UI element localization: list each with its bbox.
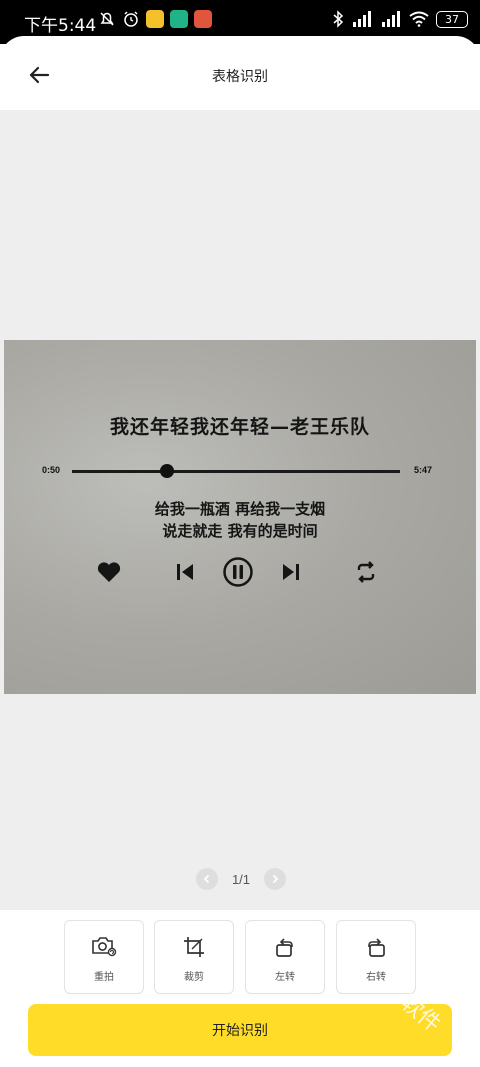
status-time: 下午5:44 (24, 16, 97, 36)
notification-icons (98, 10, 212, 28)
shield-app-icon (170, 10, 188, 28)
next-track-icon (283, 564, 299, 580)
start-recognition-button[interactable]: 开始识别 (28, 1004, 452, 1056)
previous-track-icon (177, 564, 193, 580)
rotate-left-icon (276, 938, 293, 957)
rotate-right-label: 右转 (366, 972, 386, 983)
photo-time-elapsed: 0:50 (42, 465, 61, 475)
rotate-left-button[interactable]: 左转 (245, 920, 325, 994)
wifi-icon (409, 11, 429, 27)
page-title: 表格识别 (212, 69, 268, 85)
photo-time-total: 5:47 (414, 465, 433, 475)
chevron-right-icon (272, 874, 279, 884)
photo-progress-knob (160, 464, 175, 478)
page-indicator: 1/1 (231, 871, 251, 887)
photo-lyric-line-1: 给我一瓶酒 再给我一支烟 (154, 500, 326, 518)
repeat-icon (357, 561, 375, 583)
document-photo[interactable]: 我还年轻我还年轻—老王乐队 0:50 5:47 给我一瓶酒 再给我一支烟 说走就… (4, 340, 476, 694)
alarm-icon (124, 11, 138, 27)
system-status-icons: 37 (332, 10, 468, 28)
muted-bell-icon (100, 12, 114, 26)
photo-headline: 我还年轻我还年轻—老王乐队 (109, 416, 370, 438)
next-page-button[interactable] (263, 868, 286, 890)
rotate-right-icon (368, 938, 385, 957)
app-header: 表格识别 (0, 36, 480, 110)
photo-progress-line (72, 470, 400, 473)
image-preview-area: 我还年轻我还年轻—老王乐队 0:50 5:47 给我一瓶酒 再给我一支烟 说走就… (0, 110, 480, 910)
rotate-right-button[interactable]: 右转 (336, 920, 416, 994)
page-pager: 1/1 (196, 868, 286, 890)
battery-indicator: 37 (436, 10, 468, 28)
camera-retake-icon (92, 937, 117, 957)
retake-label: 重拍 (94, 972, 114, 983)
chevron-left-icon (203, 874, 210, 884)
crop-icon (184, 937, 204, 957)
crop-label: 裁剪 (184, 972, 204, 983)
bottom-toolbar: 重拍 裁剪 左转 右转 开始识别 (0, 910, 480, 1067)
crop-button[interactable]: 裁剪 (154, 920, 234, 994)
retake-button[interactable]: 重拍 (64, 920, 144, 994)
signal-icon (353, 11, 371, 27)
pause-icon (223, 557, 253, 587)
app-notification-icon (146, 10, 164, 28)
rotate-left-label: 左转 (275, 972, 295, 983)
signal-icon (382, 11, 400, 27)
game-app-icon (194, 10, 212, 28)
heart-icon (97, 562, 121, 582)
bluetooth-icon (333, 10, 344, 28)
previous-page-button[interactable] (196, 868, 218, 890)
photo-lyric-line-2: 说走就走 我有的是时间 (162, 522, 318, 540)
